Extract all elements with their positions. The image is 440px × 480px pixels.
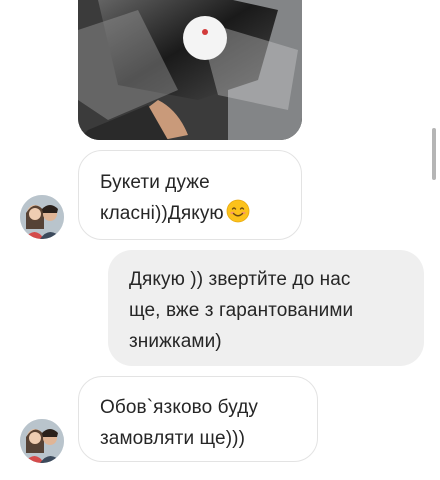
- message-text-segment: класні))Дякую: [100, 203, 224, 224]
- avatar-photo: [20, 419, 64, 463]
- shared-photo-bouquet[interactable]: [78, 0, 302, 140]
- message-text-line: ще, вже з гарантованими: [129, 300, 354, 321]
- message-text-line: замовляти ще))): [100, 428, 246, 449]
- smiling-face-emoji-icon: [226, 199, 250, 223]
- bouquet-photo-illustration: [78, 0, 302, 140]
- scrollbar[interactable]: [432, 128, 436, 180]
- message-text-line: класні))Дякую: [100, 198, 281, 229]
- avatar-photo: [20, 195, 64, 239]
- message-text-line: Обов`язково буду: [100, 397, 258, 418]
- message-text-line: Дякую )) звертйте до нас: [129, 269, 351, 290]
- message-bubble-incoming[interactable]: Букети дуже класні))Дякую: [78, 150, 302, 240]
- message-bubble-incoming[interactable]: Обов`язково буду замовляти ще))): [78, 376, 318, 462]
- message-bubble-outgoing[interactable]: Дякую )) звертйте до нас ще, вже з гаран…: [108, 250, 424, 366]
- message-text-line: знижками): [129, 331, 222, 352]
- contact-avatar[interactable]: [20, 419, 64, 463]
- message-text-line: Букети дуже: [100, 172, 210, 193]
- contact-avatar[interactable]: [20, 195, 64, 239]
